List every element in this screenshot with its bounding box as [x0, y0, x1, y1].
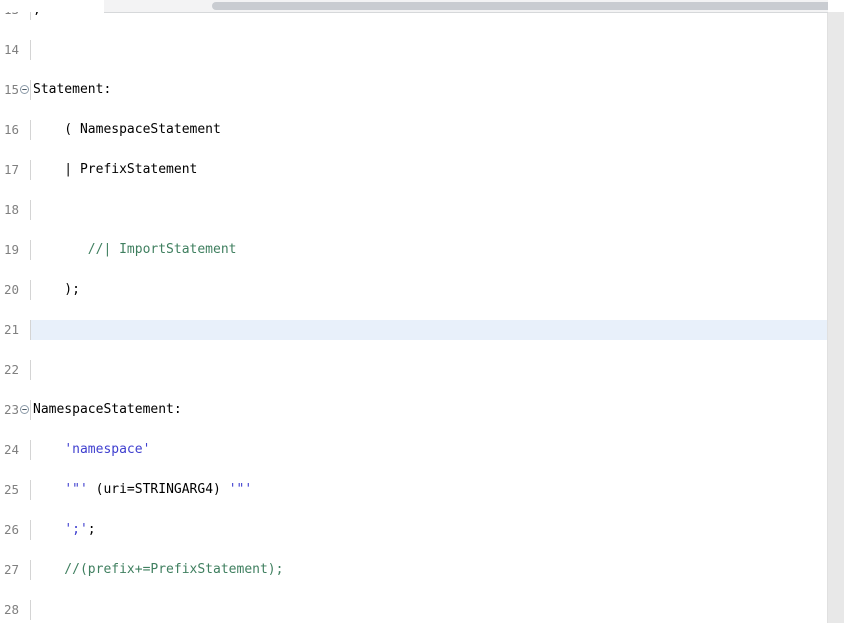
- fold-collapse-icon[interactable]: [20, 405, 29, 414]
- code-line[interactable]: 15 Statement:: [0, 80, 828, 100]
- line-number: 18: [3, 202, 19, 217]
- code-line[interactable]: 20 );: [0, 280, 828, 300]
- line-number: 19: [3, 242, 19, 257]
- line-number: 25: [3, 482, 19, 497]
- code-line[interactable]: 28: [0, 600, 828, 620]
- line-number: 26: [3, 522, 19, 537]
- code-line-text: //| ImportStatement: [33, 240, 237, 260]
- line-number: 21: [3, 322, 19, 337]
- line-number: 14: [3, 42, 19, 57]
- fold-collapse-icon[interactable]: [20, 85, 29, 94]
- code-token-plain: );: [33, 282, 80, 297]
- code-line[interactable]: 16 ( NamespaceStatement: [0, 120, 828, 140]
- code-line-text: ';';: [33, 520, 96, 540]
- code-line-text: Statement:: [33, 80, 111, 100]
- code-line[interactable]: 19 //| ImportStatement: [0, 240, 828, 260]
- line-number: 24: [3, 442, 19, 457]
- horizontal-scrollbar-thumb[interactable]: [212, 2, 844, 10]
- code-line[interactable]: 21: [0, 320, 828, 340]
- scrollbar-corner: [828, 0, 844, 12]
- code-token-plain: | PrefixStatement: [33, 162, 198, 177]
- code-line-text: 'namespace': [33, 440, 150, 460]
- code-line[interactable]: 26 ';';: [0, 520, 828, 540]
- code-token-plain: (uri=STRINGARG4): [87, 482, 229, 497]
- code-line-text: | PrefixStatement: [33, 160, 197, 180]
- code-token-string: '"': [228, 482, 253, 497]
- code-line[interactable]: 25 '"' (uri=STRINGARG4) '"': [0, 480, 828, 500]
- code-line[interactable]: 24 'namespace': [0, 440, 828, 460]
- code-line-text: //(prefix+=PrefixStatement);: [33, 560, 283, 580]
- code-line[interactable]: 17 | PrefixStatement: [0, 160, 828, 180]
- line-number: 16: [3, 122, 19, 137]
- code-token-string: '"': [64, 482, 88, 497]
- code-line-text: ( NamespaceStatement: [33, 120, 221, 140]
- line-number: 28: [3, 602, 19, 617]
- code-token-plain: ( NamespaceStatement: [33, 122, 221, 137]
- code-token-plain: Statement:: [33, 82, 112, 97]
- code-line[interactable]: 18: [0, 200, 828, 220]
- code-line-text: NamespaceStatement:: [33, 400, 182, 420]
- code-token-plain: NamespaceStatement:: [33, 402, 182, 417]
- line-number: 17: [3, 162, 19, 177]
- line-number: 27: [3, 562, 19, 577]
- code-line-text: );: [33, 280, 80, 300]
- overview-ruler[interactable]: [827, 12, 844, 623]
- code-line[interactable]: 22: [0, 360, 828, 380]
- line-number: 20: [3, 282, 19, 297]
- code-text-area[interactable]: 13;1415Statement:16 ( NamespaceStatement…: [0, 0, 828, 623]
- code-editor-window: 13;1415Statement:16 ( NamespaceStatement…: [0, 0, 844, 623]
- line-number: 23: [3, 402, 19, 417]
- horizontal-scrollbar-track[interactable]: [104, 0, 844, 13]
- code-line-text: '"' (uri=STRINGARG4) '"': [33, 480, 252, 500]
- code-line[interactable]: 27 //(prefix+=PrefixStatement);: [0, 560, 828, 580]
- code-token-plain: ;: [87, 522, 96, 537]
- code-line[interactable]: 14: [0, 40, 828, 60]
- code-token-string: ';': [64, 522, 88, 537]
- line-number: 22: [3, 362, 19, 377]
- code-token-string: 'namespace': [64, 442, 151, 457]
- horizontal-scrollbar[interactable]: [0, 0, 844, 13]
- code-token-comment: //| ImportStatement: [33, 242, 237, 257]
- code-line[interactable]: 23 NamespaceStatement:: [0, 400, 828, 420]
- line-number: 15: [3, 82, 19, 97]
- code-token-comment: //(prefix+=PrefixStatement);: [33, 562, 284, 577]
